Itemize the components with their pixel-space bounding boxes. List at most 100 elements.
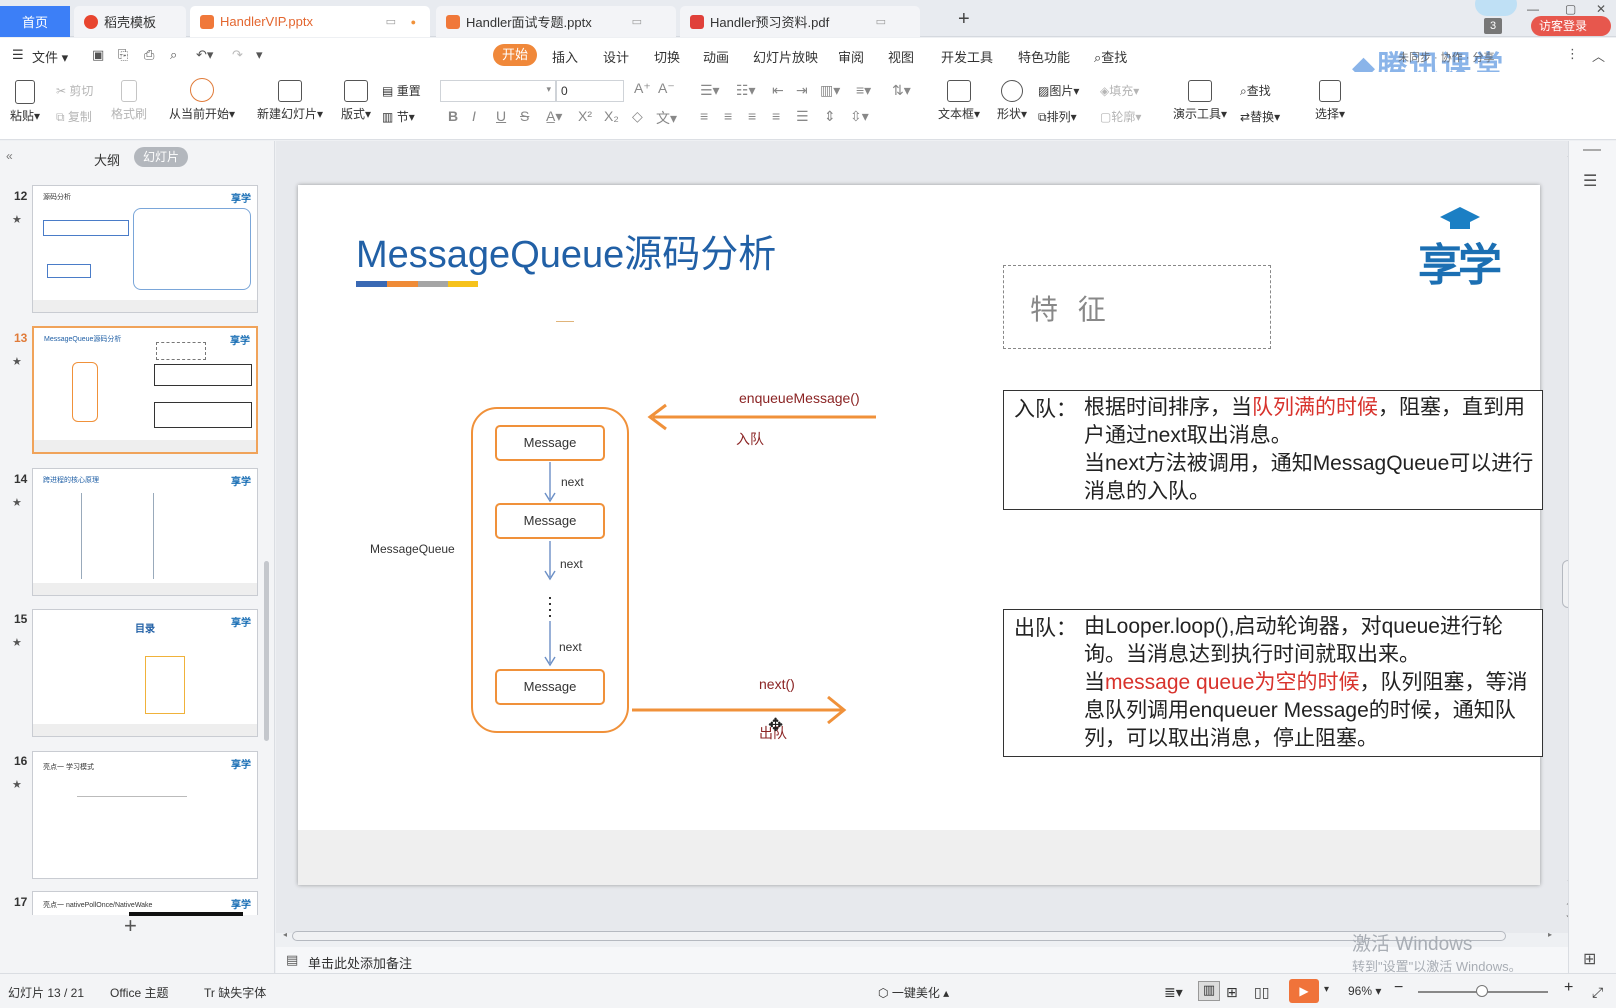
slide-thumbnail-17[interactable]: 亮点一 nativePollOnce/NativeWake 享学 [32, 891, 258, 916]
thumbnail-scrollbar[interactable] [264, 561, 269, 741]
beautify-button[interactable]: ⬡ 一键美化 ▴ [878, 984, 949, 1001]
replace-button[interactable]: ⇄替换▾ [1240, 108, 1280, 125]
textbox-button[interactable]: 文本框▾ [936, 80, 982, 122]
shape-button[interactable]: 形状▾ [992, 80, 1032, 122]
para-spacing-icon[interactable]: ⇕ [824, 108, 836, 125]
more-icon[interactable]: ⋮ [1566, 46, 1579, 62]
cloud-avatar[interactable] [1475, 0, 1517, 16]
numbered-list-icon[interactable]: ☷▾ [736, 82, 756, 99]
align-center-icon[interactable]: ≡ [724, 108, 732, 124]
screen-icon[interactable]: ▭ [632, 15, 642, 28]
arrange-button[interactable]: ⧉排列▾ [1038, 108, 1077, 125]
print-icon[interactable]: ⎙ [144, 47, 154, 63]
line-spacing-icon[interactable]: ≡▾ [856, 82, 871, 99]
decrease-font-icon[interactable]: A⁻ [658, 80, 675, 97]
present-tools-button[interactable]: 演示工具▾ [1170, 80, 1230, 122]
screen-icon[interactable]: ▭ [876, 15, 886, 28]
justify-icon[interactable]: ≡ [772, 108, 780, 124]
minimize-icon[interactable]: — [1527, 2, 1539, 16]
scroll-right-icon[interactable]: ▸ [1548, 930, 1552, 939]
zoom-in-icon[interactable]: + [1564, 979, 1573, 997]
normal-view-icon[interactable]: ▥ [1198, 981, 1220, 1001]
tab-daoke[interactable]: 稻壳模板 [74, 6, 186, 37]
fill-button[interactable]: ◈填充▾ [1100, 82, 1139, 99]
save-icon[interactable]: ▣ [92, 47, 104, 63]
slide-thumbnail-12[interactable]: 源码分析 享学 [32, 185, 258, 313]
ribbon-tab-features[interactable]: 特色功能 [1018, 47, 1070, 66]
zoom-select[interactable]: 96% ▾ [1348, 984, 1381, 998]
collapse-pane-icon[interactable]: « [6, 149, 13, 163]
properties-icon[interactable]: ☰ [1583, 171, 1597, 191]
distribute-icon[interactable]: ☰ [796, 108, 809, 125]
export-icon[interactable]: ⎘ [118, 47, 128, 63]
notes-toggle-icon[interactable]: ≣▾ [1164, 984, 1183, 1001]
format-painter-button[interactable]: 格式刷 [108, 80, 150, 122]
screen-icon[interactable]: ▭ [386, 15, 396, 28]
font-size-select[interactable]: 0 [556, 80, 624, 102]
sync-share-text[interactable]: 未同步 · 协作 · 分享 [1398, 49, 1495, 65]
ribbon-tab-transition[interactable]: 切换 [654, 47, 680, 66]
zoom-slider-handle[interactable] [1476, 985, 1488, 997]
tab-home[interactable]: 首页 [0, 6, 70, 37]
slide-thumbnail-16[interactable]: 亮点一 学习模式 享学 [32, 751, 258, 879]
ribbon-search[interactable]: ⌕查找 [1094, 47, 1127, 66]
slide-thumbnail-15[interactable]: 目录 享学 [32, 609, 258, 737]
picture-button[interactable]: ▨图片▾ [1038, 82, 1079, 99]
font-name-select[interactable]: ▾ [440, 80, 556, 102]
enqueue-feature-box[interactable]: 入队： 根据时间排序，当队列满的时候，阻塞，直到用户通过next取出消息。 当ne… [1003, 390, 1543, 510]
slideshow-dropdown-icon[interactable]: ▾ [1324, 984, 1329, 995]
indent-increase-icon[interactable]: ⇥ [796, 82, 808, 99]
maximize-icon[interactable]: ▢ [1565, 2, 1576, 16]
redo-icon[interactable]: ↷ [232, 47, 243, 63]
indent-decrease-icon[interactable]: ⇤ [772, 82, 784, 99]
phonetic-icon[interactable]: 文▾ [656, 108, 677, 128]
underline-icon[interactable]: U [496, 108, 506, 124]
preview-icon[interactable]: ⌕ [170, 47, 177, 63]
from-current-button[interactable]: 从当前开始▾ [164, 78, 240, 122]
hamburger-icon[interactable]: ☰ [12, 47, 24, 63]
align-right-icon[interactable]: ≡ [748, 108, 756, 124]
sorter-view-icon[interactable]: ⊞ [1226, 984, 1238, 1001]
add-slide-button[interactable]: + [124, 913, 137, 939]
slides-tab[interactable]: 幻灯片 [134, 147, 188, 167]
italic-icon[interactable]: I [472, 108, 476, 124]
layout-button[interactable]: 版式▾ [336, 80, 376, 122]
increase-font-icon[interactable]: A⁺ [634, 80, 651, 97]
fit-window-icon[interactable]: ⤢ [1592, 984, 1603, 1001]
tab-interview[interactable]: Handler面试专题.pptx ▭ [436, 6, 676, 37]
clear-format-icon[interactable]: ◇ [632, 108, 643, 125]
copy-button[interactable]: ⧉ 复制 [56, 108, 92, 125]
ribbon-tab-start[interactable]: 开始 [493, 44, 537, 66]
outline-tab[interactable]: 大纲 [94, 150, 120, 169]
scroll-left-icon[interactable]: ◂ [283, 930, 287, 939]
ribbon-tab-review[interactable]: 审阅 [838, 47, 864, 66]
columns-icon[interactable]: ▥▾ [820, 82, 840, 99]
ribbon-tab-slideshow[interactable]: 幻灯片放映 [753, 47, 818, 66]
paste-button[interactable]: 粘贴▾ [8, 80, 42, 124]
ribbon-tab-animation[interactable]: 动画 [703, 47, 729, 66]
bullet-list-icon[interactable]: ☰▾ [700, 82, 720, 99]
align-left-icon[interactable]: ≡ [700, 108, 708, 124]
tab-preview[interactable]: Handler预习资料.pdf ▭ [680, 6, 920, 37]
slide-thumbnail-14[interactable]: 跨进程的核心原理 享学 [32, 468, 258, 596]
ribbon-tab-insert[interactable]: 插入 [552, 47, 578, 66]
new-tab-button[interactable]: + [958, 8, 970, 31]
dequeue-feature-box[interactable]: 出队： 由Looper.loop(),启动轮询器，对queue进行轮询。当消息达… [1003, 609, 1543, 757]
section-button[interactable]: ▥ 节▾ [382, 108, 415, 125]
bold-icon[interactable]: B [448, 108, 458, 124]
slide-thumbnail-13[interactable]: MessageQueue源码分析 享学 [32, 326, 258, 454]
ribbon-tab-view[interactable]: 视图 [888, 47, 914, 66]
subscript-icon[interactable]: X₂ [604, 108, 619, 124]
ribbon-tab-developer[interactable]: 开发工具 [941, 47, 993, 66]
grid-icon[interactable]: ⊞ [1583, 949, 1596, 969]
font-color-icon[interactable]: A̲▾ [546, 108, 562, 125]
close-icon[interactable]: ✕ [1596, 2, 1606, 16]
theme-name[interactable]: Office 主题 [110, 984, 168, 1001]
cut-button[interactable]: ✂ 剪切 [56, 82, 93, 99]
collapse-ribbon-icon[interactable]: ︿ [1592, 46, 1605, 65]
horizontal-scrollbar[interactable] [292, 931, 1506, 941]
customize-icon[interactable]: ▾ [256, 47, 263, 63]
ribbon-tab-design[interactable]: 设计 [603, 47, 629, 66]
outline-button[interactable]: ▢轮廓▾ [1100, 108, 1141, 125]
guest-login-button[interactable]: 访客登录 [1531, 16, 1611, 36]
